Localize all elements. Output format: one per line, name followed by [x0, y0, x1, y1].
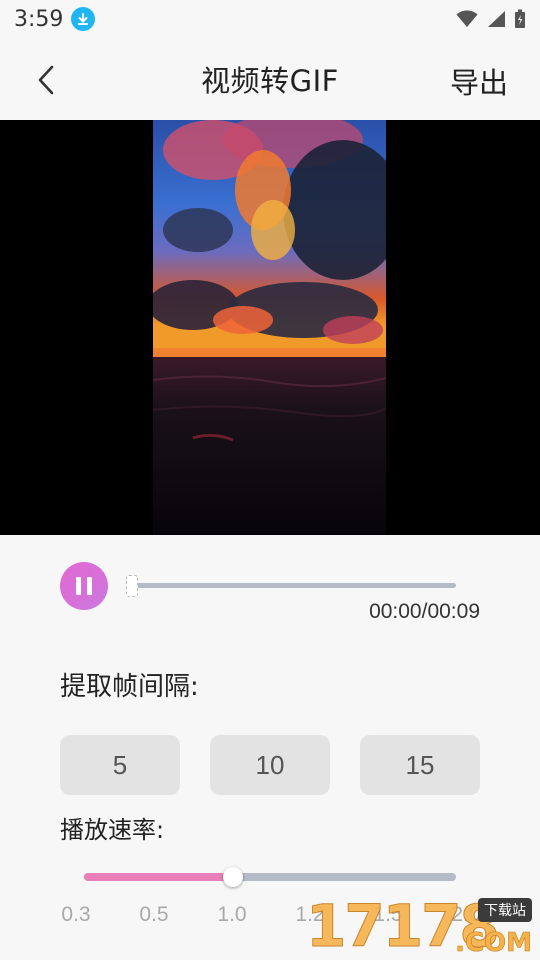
video-preview-image — [153, 120, 386, 535]
video-progress-bar[interactable] — [130, 583, 456, 588]
watermark-suffix: .COM — [455, 928, 533, 959]
signal-icon — [488, 11, 505, 27]
pause-button[interactable] — [60, 562, 108, 610]
status-icons — [456, 9, 526, 29]
interval-option-15[interactable]: 15 — [360, 735, 480, 795]
app-header: 视频转GIF 导出 — [0, 38, 540, 120]
chevron-left-icon — [38, 65, 54, 95]
speed-slider-thumb[interactable] — [223, 867, 243, 887]
page-title: 视频转GIF — [201, 64, 339, 98]
interval-label: 提取帧间隔: — [60, 672, 199, 702]
speed-tick-0.3: 0.3 — [61, 903, 91, 926]
progress-handle[interactable] — [126, 575, 138, 597]
download-icon — [71, 7, 96, 31]
battery-icon — [515, 9, 525, 28]
video-player[interactable] — [0, 120, 540, 535]
back-button[interactable] — [28, 62, 64, 98]
status-bar: 3:59 — [0, 0, 540, 38]
pause-icon — [73, 577, 95, 595]
site-watermark-logo: 17178 下载站 .COM — [306, 892, 536, 960]
speed-label: 播放速率: — [60, 816, 165, 844]
speed-slider-fill — [84, 873, 233, 881]
wifi-icon — [456, 10, 478, 27]
export-button[interactable]: 导出 — [450, 60, 508, 102]
interval-option-10[interactable]: 10 — [210, 735, 330, 795]
interval-option-5[interactable]: 5 — [60, 735, 180, 795]
speed-tick-1.0: 1.0 — [217, 903, 247, 926]
speed-tick-0.5: 0.5 — [139, 903, 169, 926]
watermark-tag: 下载站 — [478, 898, 532, 922]
status-time: 3:59 — [14, 6, 64, 32]
time-label: 00:00/00:09 — [369, 600, 480, 623]
